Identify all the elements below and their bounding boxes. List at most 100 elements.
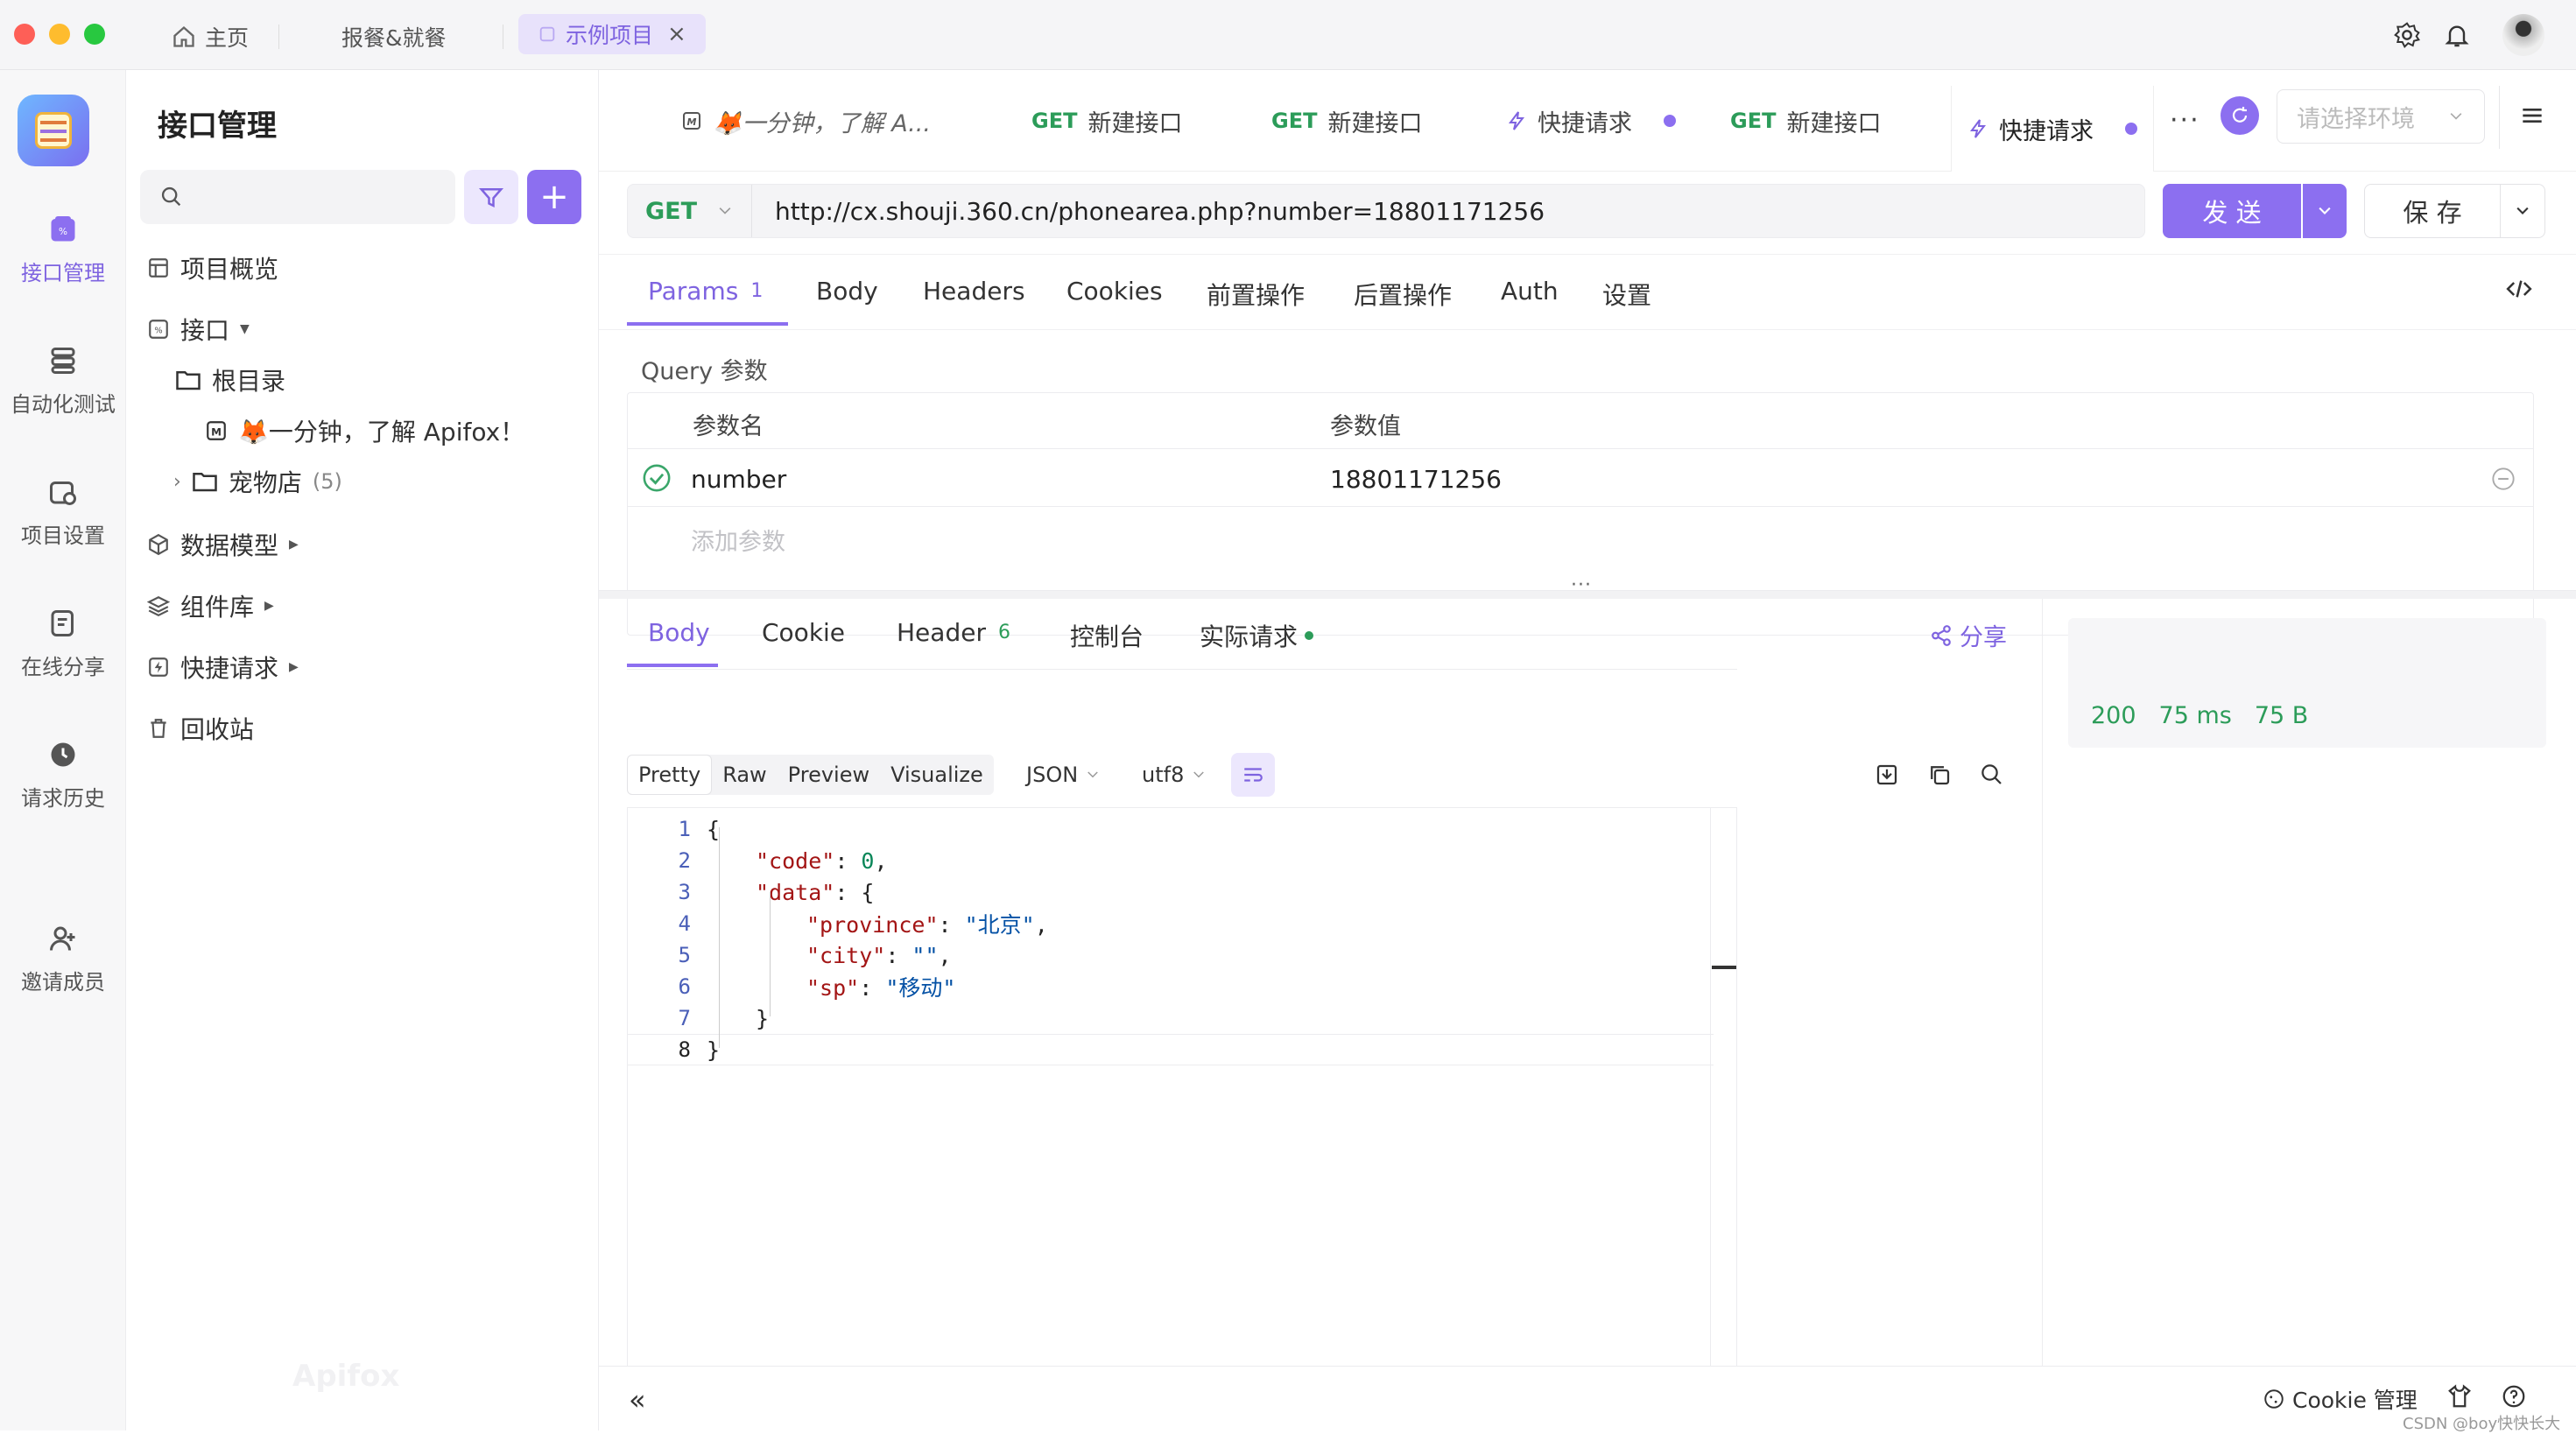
- tab-params[interactable]: Params 1: [648, 277, 763, 306]
- tab-sample-project[interactable]: 示例项目 ×: [518, 14, 706, 54]
- param-name[interactable]: number: [691, 465, 786, 494]
- send-options-button[interactable]: [2303, 184, 2347, 238]
- nav-item-project-settings[interactable]: 项目设置: [0, 476, 126, 549]
- environment-select[interactable]: 请选择环境: [2277, 89, 2485, 144]
- add-button[interactable]: +: [527, 170, 581, 224]
- code-text: }: [756, 1005, 770, 1031]
- search-input[interactable]: [140, 170, 455, 224]
- shirt-icon[interactable]: [2446, 1383, 2473, 1409]
- markdown-icon: M: [683, 112, 700, 130]
- url-input[interactable]: http://cx.shouji.360.cn/phonearea.php?nu…: [775, 197, 1545, 226]
- lightning-icon: [1970, 119, 1987, 138]
- param-value[interactable]: 18801171256: [1330, 465, 1502, 494]
- response-size: 75 B: [2254, 702, 2309, 729]
- format-preview[interactable]: Preview: [778, 755, 880, 795]
- tab-post-processors[interactable]: 后置操作: [1354, 277, 1452, 312]
- title-bar: 主页 报餐&就餐 示例项目 ×: [0, 0, 2576, 70]
- share-icon: [1932, 624, 1951, 646]
- status-dot: [1305, 631, 1314, 640]
- send-button[interactable]: 发 送: [2163, 184, 2301, 238]
- close-tab-icon[interactable]: ×: [667, 21, 686, 47]
- format-raw[interactable]: Raw: [712, 755, 777, 795]
- tree-item-models[interactable]: 数据模型 ▶: [147, 527, 299, 562]
- tab-settings[interactable]: 设置: [1602, 277, 1651, 312]
- sync-button[interactable]: [2221, 96, 2259, 135]
- wrap-toggle-button[interactable]: [1231, 753, 1275, 797]
- left-nav: % 接口管理 自动化测试 项目设置 在线分享 请求历史 邀请成员: [0, 70, 126, 1430]
- format-pretty[interactable]: Pretty: [627, 755, 713, 795]
- minimize-window-button[interactable]: [49, 24, 70, 45]
- code-icon[interactable]: [2504, 277, 2534, 301]
- cookie-manager-button[interactable]: Cookie 管理: [2263, 1383, 2418, 1415]
- resp-tab-body[interactable]: Body: [648, 618, 710, 647]
- tree-item-api[interactable]: % 接口 ▼: [147, 312, 250, 347]
- unsaved-dot: [2125, 123, 2137, 135]
- tree-label: 根目录: [212, 367, 286, 396]
- resp-tab-header[interactable]: Header 6: [897, 618, 1010, 647]
- method-select[interactable]: GET: [628, 185, 752, 237]
- copy-icon[interactable]: [1926, 762, 1953, 788]
- tab-home[interactable]: 主页: [172, 19, 249, 54]
- tab-cookies[interactable]: Cookies: [1066, 277, 1163, 306]
- menu-icon[interactable]: [2518, 102, 2546, 130]
- drag-handle-icon[interactable]: ···: [1571, 574, 1592, 596]
- resp-tab-cookie[interactable]: Cookie: [762, 618, 845, 647]
- share-label: 分享: [1960, 624, 2007, 651]
- nav-label: 接口管理: [21, 261, 105, 285]
- tab-new-api-3[interactable]: GET 新建接口: [1714, 70, 1897, 172]
- resp-tab-console[interactable]: 控制台: [1070, 618, 1144, 653]
- tree-item-trash[interactable]: 回收站: [147, 711, 254, 746]
- settings-gear-icon[interactable]: [2393, 21, 2421, 49]
- json-select[interactable]: JSON: [1026, 755, 1101, 795]
- tree-item-components[interactable]: 组件库 ▶: [147, 588, 274, 623]
- help-icon[interactable]: [2501, 1383, 2527, 1409]
- collapse-sidebar-icon[interactable]: «: [629, 1383, 646, 1416]
- nav-item-history[interactable]: 请求历史: [0, 739, 126, 812]
- download-icon[interactable]: [1874, 762, 1900, 788]
- nav-item-automation[interactable]: 自动化测试: [0, 345, 126, 418]
- check-circle-icon[interactable]: [642, 463, 672, 493]
- query-title: Query 参数: [641, 358, 768, 385]
- avatar[interactable]: [2502, 14, 2544, 56]
- nav-item-invite[interactable]: 邀请成员: [0, 923, 126, 995]
- tab-headers[interactable]: Headers: [923, 277, 1025, 306]
- tab-new-api-1[interactable]: GET 新建接口: [1016, 70, 1198, 172]
- tab-quick-request-active[interactable]: 快捷请求: [1951, 86, 2154, 172]
- tree-item-petstore[interactable]: › 宠物店 (5): [173, 464, 342, 499]
- tree-item-overview[interactable]: 项目概览: [147, 250, 278, 285]
- tab-pre-processors[interactable]: 前置操作: [1207, 277, 1305, 312]
- resp-tab-actual-request[interactable]: 实际请求: [1200, 618, 1314, 653]
- tab-project-meal[interactable]: 报餐&就餐: [341, 19, 447, 54]
- add-param-input[interactable]: 添加参数: [691, 523, 785, 557]
- tree-item-root[interactable]: 根目录: [175, 362, 285, 397]
- code-editor[interactable]: 1{ 2 "code": 0, 3 "data": { 4 "province": "…: [627, 807, 1737, 1409]
- save-options-button[interactable]: [2500, 184, 2545, 238]
- indent-guide: [719, 827, 720, 1048]
- remove-circle-icon[interactable]: [2491, 467, 2516, 491]
- encoding-select[interactable]: utf8: [1142, 755, 1207, 795]
- search-icon[interactable]: [1979, 762, 2005, 788]
- tree-item-quick[interactable]: 快捷请求 ▶: [147, 650, 299, 685]
- tab-auth[interactable]: Auth: [1501, 277, 1559, 306]
- tab-body[interactable]: Body: [816, 277, 878, 306]
- share-button[interactable]: 分享: [1930, 618, 2007, 652]
- nav-item-api-management[interactable]: % 接口管理: [0, 214, 126, 286]
- api-folder-icon: %: [149, 320, 168, 339]
- tab-new-api-2[interactable]: GET 新建接口: [1256, 70, 1438, 172]
- tab-quick-request-1[interactable]: 快捷请求: [1490, 70, 1692, 172]
- bell-icon[interactable]: [2443, 21, 2471, 49]
- scrollbar-track[interactable]: [1710, 808, 1711, 1409]
- cookie-label: Cookie 管理: [2292, 1388, 2418, 1413]
- tree-item-doc[interactable]: M 🦊一分钟，了解 Apifox！: [205, 413, 524, 448]
- scroll-marker: [1712, 966, 1736, 969]
- close-window-button[interactable]: [14, 24, 35, 45]
- zoom-window-button[interactable]: [84, 24, 105, 45]
- save-button[interactable]: 保 存: [2364, 184, 2501, 238]
- active-tab-indicator: [627, 322, 788, 326]
- filter-button[interactable]: [464, 170, 518, 224]
- tab-doc[interactable]: M 🦊一分钟，了解 A...: [665, 70, 947, 172]
- chevron-right-icon[interactable]: ›: [173, 471, 181, 493]
- nav-item-online-share[interactable]: 在线分享: [0, 608, 126, 680]
- format-visualize[interactable]: Visualize: [880, 755, 994, 795]
- more-tabs-icon[interactable]: ···: [2170, 105, 2200, 136]
